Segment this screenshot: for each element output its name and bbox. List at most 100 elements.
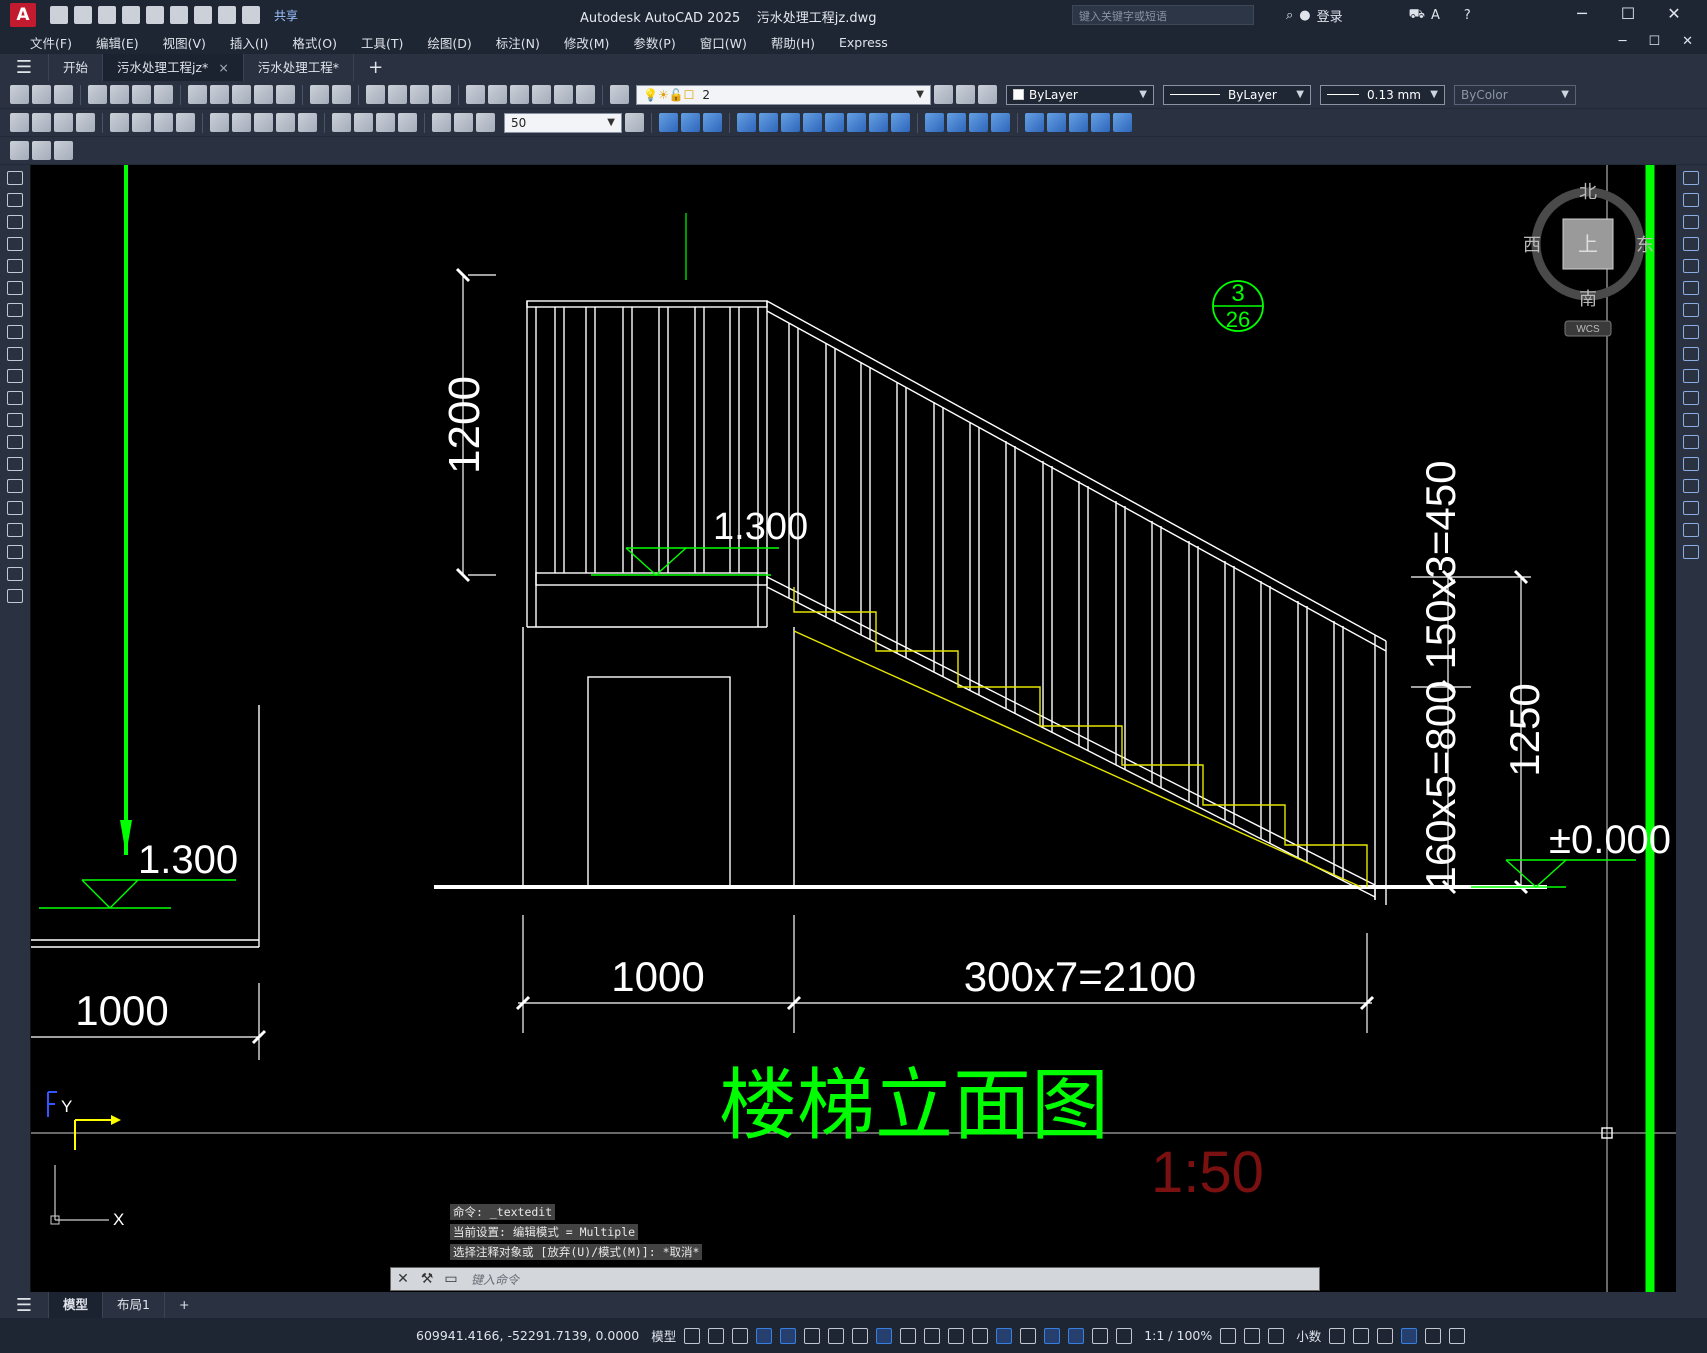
dynamic-input-icon[interactable] — [756, 1327, 773, 1344]
fillet-icon[interactable] — [1683, 501, 1699, 515]
new-icon[interactable] — [10, 85, 29, 104]
grid-icon[interactable] — [684, 1327, 701, 1344]
isolate-objects-icon[interactable] — [1377, 1327, 1394, 1344]
autodesk-a360-icon[interactable]: A — [1431, 8, 1440, 23]
save-as-icon[interactable] — [122, 6, 140, 24]
linetype-dropdown[interactable]: ByLayer ▼ — [1163, 84, 1311, 105]
break-icon[interactable] — [1683, 435, 1699, 449]
3d-move-icon[interactable] — [1025, 113, 1044, 132]
lineweight-icon[interactable] — [900, 1327, 917, 1344]
clean-screen-icon[interactable] — [1425, 1327, 1442, 1344]
layer-previous-icon[interactable] — [956, 85, 975, 104]
region-icon[interactable] — [7, 523, 23, 537]
object-snap-tracking-icon[interactable] — [852, 1327, 869, 1344]
3d-rotate-icon[interactable] — [1047, 113, 1066, 132]
selection-cycling-icon[interactable] — [948, 1327, 965, 1344]
menu-insert[interactable]: 插入(I) — [218, 33, 280, 52]
join-icon[interactable] — [1683, 457, 1699, 471]
wcs-menu[interactable]: WCS — [1576, 324, 1600, 335]
maximize-button[interactable]: ☐ — [1605, 4, 1651, 23]
copy-icon[interactable] — [1683, 193, 1699, 207]
polar-tracking-icon[interactable] — [804, 1327, 821, 1344]
workspace-gear-icon[interactable] — [1220, 1327, 1237, 1344]
angular-dim-icon[interactable] — [176, 113, 195, 132]
chamfer-icon[interactable] — [1683, 479, 1699, 493]
help-icon[interactable]: ? — [1464, 8, 1471, 23]
open-icon[interactable] — [32, 85, 51, 104]
save-reference-icon[interactable] — [32, 141, 51, 160]
cart-icon[interactable]: ⛟ — [1409, 7, 1425, 24]
wrench-icon[interactable]: ⚒ — [415, 1271, 439, 1287]
file-tabs-menu-icon[interactable]: ☰ — [0, 57, 48, 78]
redo-icon[interactable] — [242, 6, 260, 24]
make-current-layer-icon[interactable] — [934, 85, 953, 104]
save-web-icon[interactable] — [170, 6, 188, 24]
array-icon[interactable] — [1683, 259, 1699, 273]
dim-style-icon[interactable] — [625, 113, 644, 132]
tolerance-icon[interactable] — [332, 113, 351, 132]
ellipse-arc-icon[interactable] — [7, 391, 23, 405]
layout-menu-icon[interactable]: ☰ — [0, 1295, 48, 1316]
gizmo-icon[interactable] — [1044, 1327, 1061, 1344]
properties-icon[interactable] — [466, 85, 485, 104]
break-point-icon[interactable] — [1683, 413, 1699, 427]
dim-text-edit-icon[interactable] — [454, 113, 473, 132]
calculator-icon[interactable] — [554, 85, 573, 104]
pan-icon[interactable] — [366, 85, 385, 104]
search-icon[interactable]: ⌕ — [1286, 8, 1293, 23]
3d-mirror-icon[interactable] — [1113, 113, 1132, 132]
block-editor-icon[interactable] — [276, 85, 295, 104]
coordinates-readout[interactable]: 609941.4166, -52291.7139, 0.0000 — [416, 1328, 639, 1343]
edit-reference-icon[interactable] — [10, 141, 29, 160]
baseline-dim-icon[interactable] — [232, 113, 251, 132]
stretch-icon[interactable] — [1683, 347, 1699, 361]
annotation-scale-value[interactable]: 1:1 / 100% — [1144, 1328, 1212, 1343]
annotation-monitor-icon[interactable] — [1244, 1327, 1261, 1344]
scale-icon[interactable] — [1683, 325, 1699, 339]
copy-icon[interactable] — [210, 85, 229, 104]
loft-icon[interactable] — [825, 113, 844, 132]
tab-layout1[interactable]: 布局1 — [102, 1292, 164, 1318]
help-icon[interactable] — [576, 85, 595, 104]
mtext-icon[interactable] — [7, 567, 23, 581]
open-file-icon[interactable] — [74, 6, 92, 24]
paste-icon[interactable] — [232, 85, 251, 104]
aligned-dim-icon[interactable] — [32, 113, 51, 132]
offset-icon[interactable] — [1683, 237, 1699, 251]
viewcube-west[interactable]: 西 — [1523, 235, 1541, 256]
doc-close-button[interactable]: ✕ — [1682, 34, 1693, 49]
match-properties-icon[interactable] — [254, 85, 273, 104]
auto-scale-icon[interactable] — [1092, 1327, 1109, 1344]
table-icon[interactable] — [7, 545, 23, 559]
selection-filter-icon[interactable] — [1020, 1327, 1037, 1344]
add-selected-icon[interactable] — [7, 589, 23, 603]
3d-osnap-icon[interactable] — [972, 1327, 989, 1344]
linear-dim-icon[interactable] — [10, 113, 29, 132]
menu-draw[interactable]: 绘图(D) — [415, 33, 483, 52]
arc-icon[interactable] — [7, 281, 23, 295]
polyline-icon[interactable] — [7, 215, 23, 229]
snap-icon[interactable] — [708, 1327, 725, 1344]
interfere-icon[interactable] — [947, 113, 966, 132]
zoom-window-icon[interactable] — [410, 85, 429, 104]
menu-edit[interactable]: 编辑(E) — [84, 33, 151, 52]
tab-model[interactable]: 模型 — [48, 1292, 103, 1318]
menu-modify[interactable]: 修改(M) — [552, 33, 622, 52]
ordinate-dim-icon[interactable] — [76, 113, 95, 132]
spline-icon[interactable] — [7, 347, 23, 361]
dim-space-icon[interactable] — [276, 113, 295, 132]
dim-break-icon[interactable] — [298, 113, 317, 132]
viewcube-north[interactable]: 北 — [1579, 182, 1597, 203]
layer-dropdown[interactable]: 💡☀🔓☐ 2 ▼ — [636, 84, 931, 105]
3d-print-icon[interactable] — [154, 85, 173, 104]
ortho-icon[interactable] — [780, 1327, 797, 1344]
menu-window[interactable]: 窗口(W) — [688, 33, 759, 52]
discard-reference-icon[interactable] — [54, 141, 73, 160]
command-input[interactable]: 键入命令 — [471, 1271, 519, 1288]
search-input[interactable]: 键入关键字或短语 — [1072, 5, 1254, 25]
new-file-icon[interactable] — [50, 6, 68, 24]
dim-update-icon[interactable] — [476, 113, 495, 132]
undo-icon[interactable] — [310, 85, 329, 104]
gradient-icon[interactable] — [7, 501, 23, 515]
tab-document[interactable]: 污水处理工程* — [242, 54, 353, 81]
